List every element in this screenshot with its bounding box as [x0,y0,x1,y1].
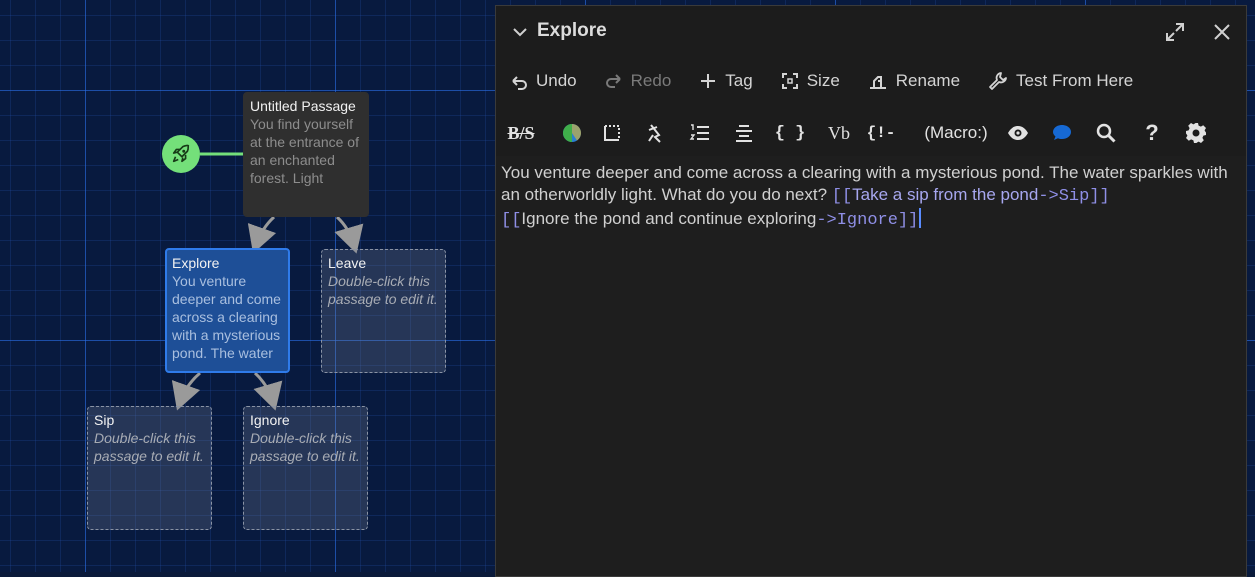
maximize-dialog-button[interactable] [1163,20,1187,44]
test-from-here-label: Test From Here [1016,71,1134,90]
passage-sip[interactable]: Sip Double-click this passage to edit it… [87,406,212,530]
speech-bubble-icon [1053,125,1071,140]
dialog-header: Explore [496,6,1246,58]
passage-title: Untitled Passage [250,98,356,114]
passage-leave[interactable]: Leave Double-click this passage to edit … [321,249,446,373]
redo-button[interactable]: Redo [605,71,672,91]
link-untitled-explore [247,215,277,254]
wrench-icon [989,72,1007,90]
macro-button[interactable]: (Macro:) [916,118,996,148]
braces-icon: { } [774,123,806,143]
maximize-icon [1166,23,1184,41]
link-sip-text: Take a sip from the pond [852,185,1039,204]
redo-icon [605,74,621,88]
link-untitled-leave [334,215,364,254]
align-center-icon [736,125,752,142]
text-cursor [919,208,922,228]
redo-label: Redo [630,71,672,90]
align-box-button[interactable] [598,118,626,148]
passage-explore[interactable]: Explore You venture deeper and come acro… [165,248,290,373]
find-button[interactable] [1092,118,1120,148]
numbered-list-icon [689,124,709,140]
undo-button[interactable]: Undo [510,71,577,91]
link-close-bracket: ]] [1089,187,1110,206]
code-braces-button[interactable]: { } [774,118,806,148]
collapse-dialog-button[interactable] [510,22,530,42]
rocket-icon [172,144,190,163]
passage-excerpt: You venture deeper and come across a cle… [172,273,281,361]
hook-icon [648,124,661,143]
tag-button[interactable]: Tag [699,71,753,91]
link-ignore-text: Ignore the pond and continue exploring [521,209,817,228]
passage-excerpt: Double-click this passage to edit it. [328,273,438,307]
variable-icon: Vb [828,122,850,143]
undo-label: Undo [536,71,577,90]
passage-untitled[interactable]: Untitled Passage You find yourself at th… [243,92,369,217]
dialog-title: Explore [537,20,607,41]
preview-button[interactable] [1004,118,1032,148]
start-passage-marker[interactable] [162,135,200,173]
plus-icon [701,74,716,88]
size-button[interactable]: Size [781,71,840,91]
passage-excerpt: Double-click this passage to edit it. [94,430,204,464]
bold-strike-icon: B/S [507,122,535,143]
passage-text-editor[interactable]: You venture deeper and come across a cle… [496,156,1246,576]
passage-text[interactable]: You venture deeper and come across a cle… [501,162,1241,232]
list-button[interactable] [686,118,714,148]
size-label: Size [806,71,840,90]
collapse-whitespace-button[interactable]: {!- [866,118,896,148]
eye-icon [1008,126,1028,140]
gear-icon [1186,123,1206,143]
passage-excerpt: Double-click this passage to edit it. [250,430,360,464]
rename-icon [869,76,886,89]
passage-title: Sip [94,412,115,428]
passage-edit-dialog: Explore Undo Redo Tag Size Rename Test F… [495,5,1247,577]
link-open-bracket: [[ [831,187,853,206]
size-icon [781,73,798,89]
color-wheel-icon [563,123,582,142]
collapse-whitespace-icon: {!- [866,124,896,142]
settings-button[interactable] [1182,118,1210,148]
link-sip-target: ->Sip [1038,187,1090,206]
passage-title: Leave [328,255,367,271]
help-button[interactable]: ? [1140,118,1164,148]
color-button[interactable] [558,118,586,148]
passage-ignore[interactable]: Ignore Double-click this passage to edit… [243,406,368,530]
link-close-bracket: ]] [897,211,919,230]
test-from-here-button[interactable]: Test From Here [988,71,1133,91]
rename-button[interactable]: Rename [868,71,960,91]
variable-button[interactable]: Vb [824,118,854,148]
link-explore-ignore [253,371,283,411]
hook-button[interactable] [642,118,670,148]
passage-title: Ignore [250,412,290,428]
passage-title: Explore [172,255,220,271]
search-icon [1096,123,1116,143]
bold-strike-button[interactable]: B/S [506,118,536,148]
undo-icon [512,76,527,90]
align-center-button[interactable] [730,118,758,148]
border-box-icon [604,125,620,141]
macro-label: (Macro:) [924,123,988,142]
link-open-bracket: [[ [501,211,522,230]
link-ignore-target: ->Ignore [816,211,898,230]
close-icon [1214,24,1230,40]
comment-button[interactable] [1048,118,1076,148]
help-icon: ? [1145,120,1159,145]
passage-excerpt: You find yourself at the entrance of an … [250,116,359,186]
close-dialog-button[interactable] [1210,20,1234,44]
tag-label: Tag [725,71,753,90]
passage-toolbar: Undo Redo Tag Size Rename Test From Here [510,68,1161,94]
chevron-down-icon [513,28,527,37]
rename-label: Rename [895,71,961,90]
link-explore-sip [171,371,201,411]
